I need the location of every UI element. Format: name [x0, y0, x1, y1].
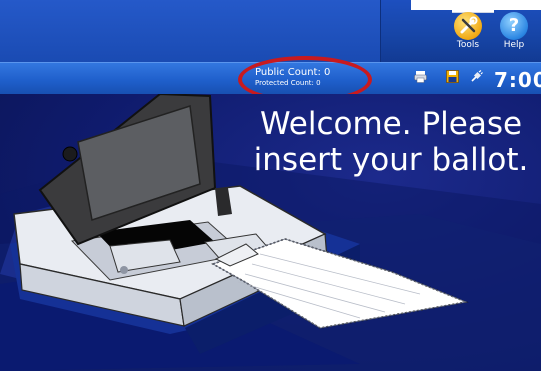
clock: 7:00 [494, 68, 541, 92]
welcome-message: Welcome. Please insert your ballot. [253, 106, 529, 178]
help-label: Help [503, 40, 525, 50]
save-icon [446, 70, 459, 83]
tools-icon [454, 12, 482, 40]
power-plug-icon [471, 70, 483, 82]
tools-label: Tools [456, 40, 480, 50]
tools-button[interactable]: Tools [448, 12, 488, 50]
help-icon: ? [500, 12, 528, 40]
header-panel [0, 0, 381, 62]
voting-screen: Tools ? Help Public Count: 0 Protected C… [0, 0, 541, 371]
printer-icon [414, 71, 427, 83]
help-button[interactable]: ? Help [494, 12, 534, 50]
